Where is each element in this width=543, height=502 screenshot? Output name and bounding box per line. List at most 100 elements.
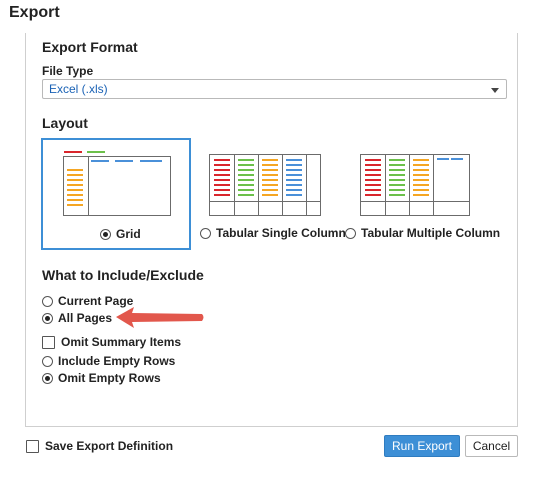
thumb-bar — [286, 184, 302, 186]
thumb-bar — [413, 169, 429, 171]
row-option-label: Omit Empty Rows — [58, 371, 161, 385]
thumb-bar — [238, 164, 254, 166]
thumb-bar — [238, 189, 254, 191]
thumb-bar — [413, 174, 429, 176]
thumb-bar — [214, 159, 230, 161]
thumb-bar — [238, 174, 254, 176]
thumb-bar — [214, 184, 230, 186]
thumb-bar — [262, 169, 278, 171]
thumb-bar — [286, 179, 302, 181]
thumb-bar — [214, 164, 230, 166]
thumb-bar — [238, 184, 254, 186]
tabular-multiple-layout-icon — [360, 154, 470, 216]
row-option-omit-empty[interactable]: Omit Empty Rows — [42, 371, 161, 385]
chevron-down-icon — [491, 88, 499, 93]
layout-label-tabular-multiple: Tabular Multiple Column — [361, 226, 501, 240]
thumb-bar — [286, 159, 302, 161]
thumb-bar — [262, 194, 278, 196]
thumb-bar — [214, 179, 230, 181]
thumb-bar — [238, 169, 254, 171]
thumb-bar — [365, 184, 381, 186]
thumb-bar — [214, 189, 230, 191]
layout-radio-tabular-single[interactable]: Tabular Single Column — [200, 226, 346, 240]
thumb-bar — [365, 194, 381, 196]
omit-summary-checkbox[interactable] — [42, 335, 55, 349]
thumb-bar — [238, 179, 254, 181]
radio-tabular-single[interactable] — [200, 227, 211, 239]
thumb-bar — [389, 179, 405, 181]
layout-radio-tabular-multiple[interactable]: Tabular Multiple Column — [345, 226, 500, 240]
file-type-value: Excel (.xls) — [49, 82, 108, 96]
thumb-bar — [365, 169, 381, 171]
thumb-bar — [389, 169, 405, 171]
radio-omit-empty-rows[interactable] — [42, 372, 53, 384]
thumb-bar — [413, 179, 429, 181]
row-option-include-empty[interactable]: Include Empty Rows — [42, 354, 175, 368]
cancel-button[interactable]: Cancel — [465, 435, 518, 457]
layout-radio-grid[interactable]: Grid — [100, 227, 141, 241]
save-definition-label: Save Export Definition — [45, 439, 174, 453]
arrow-pointer-icon — [116, 307, 204, 328]
run-export-button[interactable]: Run Export — [384, 435, 460, 457]
radio-tabular-multiple[interactable] — [345, 227, 356, 239]
thumb-bar — [437, 158, 449, 160]
omit-summary-label: Omit Summary Items — [61, 335, 182, 349]
thumb-bar — [262, 179, 278, 181]
thumb-bar — [365, 179, 381, 181]
layout-heading: Layout — [42, 115, 88, 131]
radio-all-pages[interactable] — [42, 312, 53, 324]
thumb-bar — [413, 189, 429, 191]
layout-label-grid: Grid — [116, 227, 141, 241]
thumb-bar — [389, 189, 405, 191]
layout-option-grid[interactable]: Grid — [41, 138, 191, 250]
thumb-bar — [389, 194, 405, 196]
include-heading: What to Include/Exclude — [42, 267, 204, 283]
layout-option-tabular-multiple[interactable]: Tabular Multiple Column — [345, 140, 500, 250]
thumb-bar — [214, 169, 230, 171]
thumb-bar — [238, 159, 254, 161]
thumb-bar — [286, 189, 302, 191]
row-option-label: Include Empty Rows — [58, 354, 176, 368]
thumb-bar — [286, 194, 302, 196]
radio-current-page[interactable] — [42, 295, 53, 307]
layout-option-tabular-single[interactable]: Tabular Single Column — [200, 140, 346, 250]
thumb-bar — [451, 158, 463, 160]
thumb-bar — [413, 164, 429, 166]
thumb-bar — [413, 184, 429, 186]
omit-summary-option[interactable]: Omit Summary Items — [42, 335, 181, 349]
export-format-heading: Export Format — [42, 39, 138, 55]
thumb-bar — [262, 189, 278, 191]
thumb-bar — [262, 174, 278, 176]
thumb-bar — [286, 174, 302, 176]
thumb-bar — [214, 174, 230, 176]
thumb-bar — [262, 184, 278, 186]
layout-label-tabular-single: Tabular Single Column — [216, 226, 346, 240]
dialog-title: Export — [9, 4, 60, 21]
thumb-bar — [286, 164, 302, 166]
tabular-single-layout-icon — [209, 154, 321, 216]
thumb-bar — [389, 184, 405, 186]
thumb-bar — [262, 159, 278, 161]
file-type-label: File Type — [42, 64, 94, 78]
file-type-select[interactable]: Excel (.xls) — [42, 79, 507, 99]
grid-layout-icon — [63, 156, 171, 216]
thumb-bar — [262, 164, 278, 166]
radio-include-empty-rows[interactable] — [42, 355, 53, 367]
page-option-all[interactable]: All Pages — [42, 311, 112, 325]
radio-grid[interactable] — [100, 228, 111, 240]
thumb-bar — [286, 169, 302, 171]
thumb-bar — [365, 189, 381, 191]
save-definition-option[interactable]: Save Export Definition — [26, 439, 173, 453]
thumb-bar — [413, 159, 429, 161]
thumb-bar — [214, 194, 230, 196]
page-option-label: All Pages — [58, 311, 113, 325]
thumb-bar — [413, 194, 429, 196]
thumb-bar — [389, 159, 405, 161]
thumb-bar — [365, 159, 381, 161]
save-definition-checkbox[interactable] — [26, 439, 39, 453]
thumb-bar — [365, 164, 381, 166]
thumb-bar — [238, 194, 254, 196]
thumb-bar — [389, 174, 405, 176]
thumb-bar — [365, 174, 381, 176]
thumb-bar — [389, 164, 405, 166]
